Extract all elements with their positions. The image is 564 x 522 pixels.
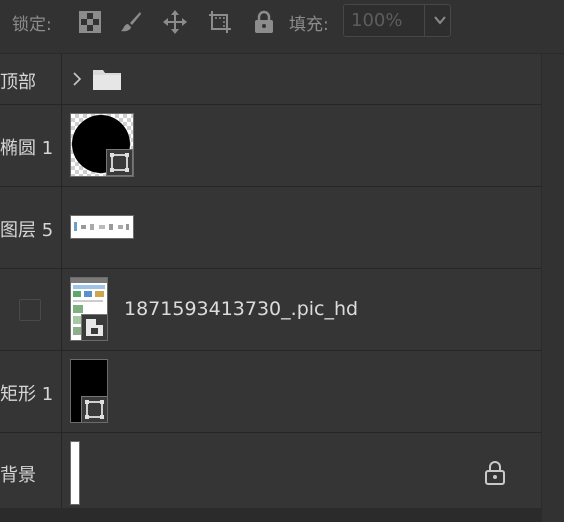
ellipse-thumbnail[interactable]	[70, 113, 134, 177]
layer-name: 椭圆 1	[0, 138, 54, 159]
visibility-cell[interactable]: 图层 5	[0, 187, 62, 268]
pixel-layer-thumbnail[interactable]	[70, 215, 134, 239]
layer-row-image[interactable]: 1871593413730_.pic_hd	[0, 269, 541, 351]
lock-label: 锁定:	[12, 15, 52, 35]
fill-input[interactable]: 100%	[343, 4, 451, 37]
visibility-toggle[interactable]	[19, 299, 41, 321]
layer-row-background[interactable]: 背景	[0, 433, 541, 509]
shape-badge-icon	[106, 149, 133, 176]
image-thumbnail[interactable]	[70, 277, 108, 341]
folder-icon	[93, 70, 121, 90]
layers-toolbar: 锁定: 填充: 100%	[0, 0, 564, 44]
visibility-cell[interactable]: 椭圆 1	[0, 105, 62, 186]
chevron-right-icon[interactable]	[72, 71, 82, 87]
layer-name: 顶部	[0, 72, 36, 93]
panel-bottom-edge	[0, 508, 541, 522]
lock-icon[interactable]	[251, 9, 277, 35]
artboard-icon[interactable]	[207, 9, 233, 35]
fill-label: 填充:	[289, 15, 329, 35]
visibility-cell[interactable]: 矩形 1	[0, 351, 62, 432]
layer-name: 1871593413730_.pic_hd	[124, 298, 359, 320]
lock-icon[interactable]	[484, 460, 506, 486]
layer-name: 图层 5	[0, 220, 54, 241]
layer-row-pixel[interactable]: 图层 5	[0, 187, 541, 269]
move-icon[interactable]	[162, 9, 188, 35]
smart-object-badge-icon	[81, 314, 107, 340]
rect-thumbnail[interactable]	[70, 359, 108, 423]
visibility-cell[interactable]: 顶部	[0, 54, 62, 104]
visibility-cell[interactable]: 背景	[0, 433, 62, 508]
fill-value: 100%	[351, 10, 403, 31]
visibility-cell[interactable]	[0, 269, 62, 350]
fill-separator	[424, 5, 425, 36]
layer-row-group[interactable]: 顶部	[0, 54, 541, 105]
layer-name: 背景	[0, 465, 36, 486]
layers-list: 顶部 椭圆 1 图层 5 1871593413730_.pic_hd 矩形 1 …	[0, 54, 541, 509]
layer-row-rect[interactable]: 矩形 1	[0, 351, 541, 433]
checkerboard-lock-icon[interactable]	[77, 9, 103, 35]
layers-scrollbar[interactable]	[541, 54, 564, 522]
chevron-down-icon[interactable]	[430, 9, 450, 31]
layer-name: 矩形 1	[0, 384, 54, 405]
layer-row-ellipse[interactable]: 椭圆 1	[0, 105, 541, 187]
background-thumbnail[interactable]	[70, 441, 80, 505]
brush-icon[interactable]	[118, 9, 144, 35]
shape-badge-icon	[81, 396, 107, 422]
